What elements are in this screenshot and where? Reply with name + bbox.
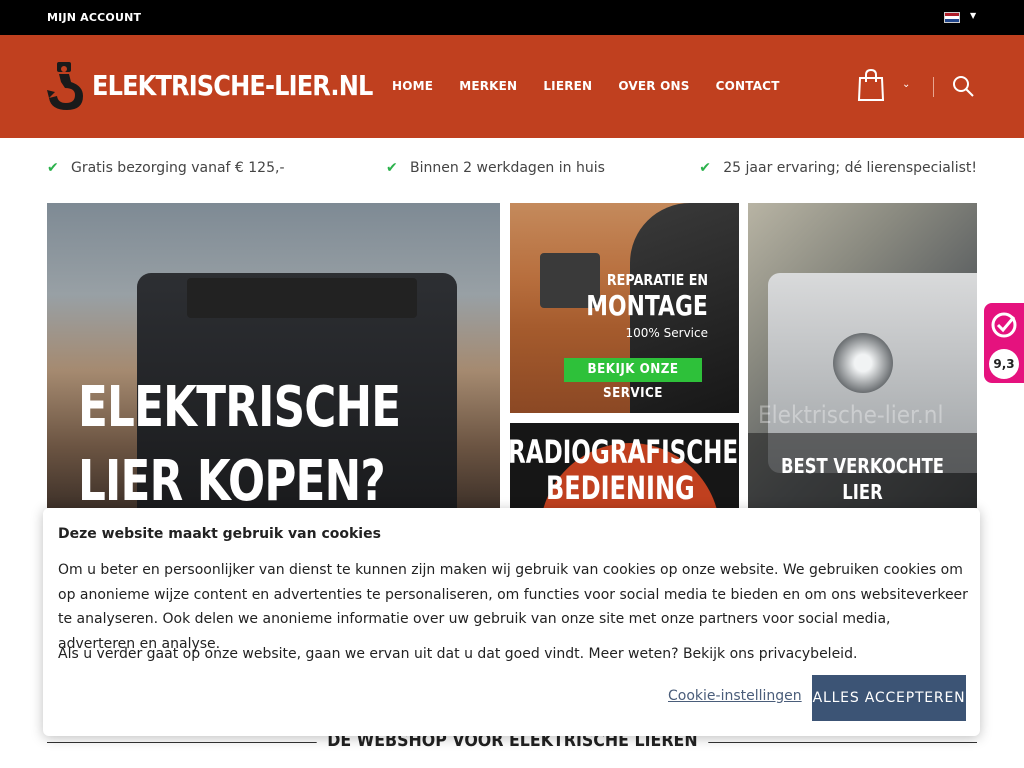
- watermark-text: Elektrische-lier.nl: [758, 401, 944, 429]
- cookie-settings-link[interactable]: Cookie-instellingen: [668, 688, 802, 704]
- check-icon: ✔: [386, 160, 398, 176]
- nav-merken[interactable]: MERKEN: [459, 79, 517, 93]
- shopping-bag-icon[interactable]: [857, 68, 885, 102]
- check-icon: ✔: [47, 160, 59, 176]
- cart-chevron-down-icon[interactable]: ⌄: [902, 79, 910, 90]
- usp-bar: ✔ Gratis bezorging vanaf € 125,- ✔ Binnen …: [47, 160, 977, 182]
- cookie-privacy-text: Als u verder gaat op onze website, gaan …: [58, 646, 858, 662]
- nav-over-ons[interactable]: OVER ONS: [618, 79, 689, 93]
- review-score: 9,3: [989, 349, 1019, 379]
- search-icon[interactable]: [952, 75, 974, 97]
- service-title-line2: MONTAGE: [586, 289, 708, 322]
- site-logo[interactable]: ELEKTRISCHE-LIER.NL: [47, 62, 373, 112]
- main-nav: HOME MERKEN LIEREN OVER ONS CONTACT: [392, 79, 806, 93]
- logo-text: ELEKTRISCHE-LIER.NL: [92, 69, 373, 102]
- best-seller-title: BEST VERKOCHTE LIER: [780, 454, 945, 504]
- hero-roof-tent-image: [187, 278, 417, 318]
- caret-down-icon: ▼: [970, 11, 977, 20]
- check-icon: ✔: [699, 160, 711, 176]
- cookie-consent-dialog: Deze website maakt gebruik van cookies O…: [43, 508, 980, 736]
- view-service-button[interactable]: BEKIJK ONZE SERVICE: [564, 358, 702, 401]
- service-tile[interactable]: REPARATIE EN MONTAGE 100% Service BEKIJK…: [510, 203, 739, 413]
- cookie-title: Deze website maakt gebruik van cookies: [58, 526, 381, 542]
- netherlands-flag-icon: [944, 12, 960, 23]
- best-seller-tile[interactable]: Elektrische-lier.nl BEST VERKOCHTE LIER: [748, 203, 977, 508]
- review-check-icon: [991, 312, 1017, 338]
- winch-hook-icon: [47, 62, 83, 110]
- radio-control-tile[interactable]: RADIOGRAFISCHE BEDIENING: [510, 423, 739, 508]
- accept-all-button[interactable]: ALLES ACCEPTEREN: [812, 675, 966, 721]
- my-account-link[interactable]: MIJN ACCOUNT: [47, 11, 141, 24]
- top-bar: MIJN ACCOUNT ▼: [0, 0, 1024, 35]
- service-subtitle: 100% Service: [625, 326, 708, 340]
- header-divider: [933, 77, 934, 97]
- hero-title: ELEKTRISCHE LIER KOPEN?: [78, 375, 401, 508]
- radio-title-line2: BEDIENING: [546, 469, 695, 507]
- nav-contact[interactable]: CONTACT: [716, 79, 780, 93]
- usp-item: ✔ Gratis bezorging vanaf € 125,-: [47, 160, 285, 176]
- jeep-headlight-image: [833, 333, 893, 393]
- nav-home[interactable]: HOME: [392, 79, 433, 93]
- header: ELEKTRISCHE-LIER.NL HOME MERKEN LIEREN O…: [0, 35, 1024, 138]
- nav-lieren[interactable]: LIEREN: [543, 79, 592, 93]
- service-title-line1: REPARATIE EN: [606, 271, 708, 289]
- language-selector[interactable]: ▼: [944, 11, 982, 25]
- usp-item: ✔ Binnen 2 werkdagen in huis: [386, 160, 605, 176]
- usp-item: ✔ 25 jaar ervaring; dé lierenspecialist!: [699, 160, 977, 176]
- radio-title-line1: RADIOGRAFISCHE: [510, 433, 739, 471]
- review-badge[interactable]: 9,3: [984, 303, 1024, 383]
- hero-banner[interactable]: ELEKTRISCHE LIER KOPEN?: [47, 203, 500, 508]
